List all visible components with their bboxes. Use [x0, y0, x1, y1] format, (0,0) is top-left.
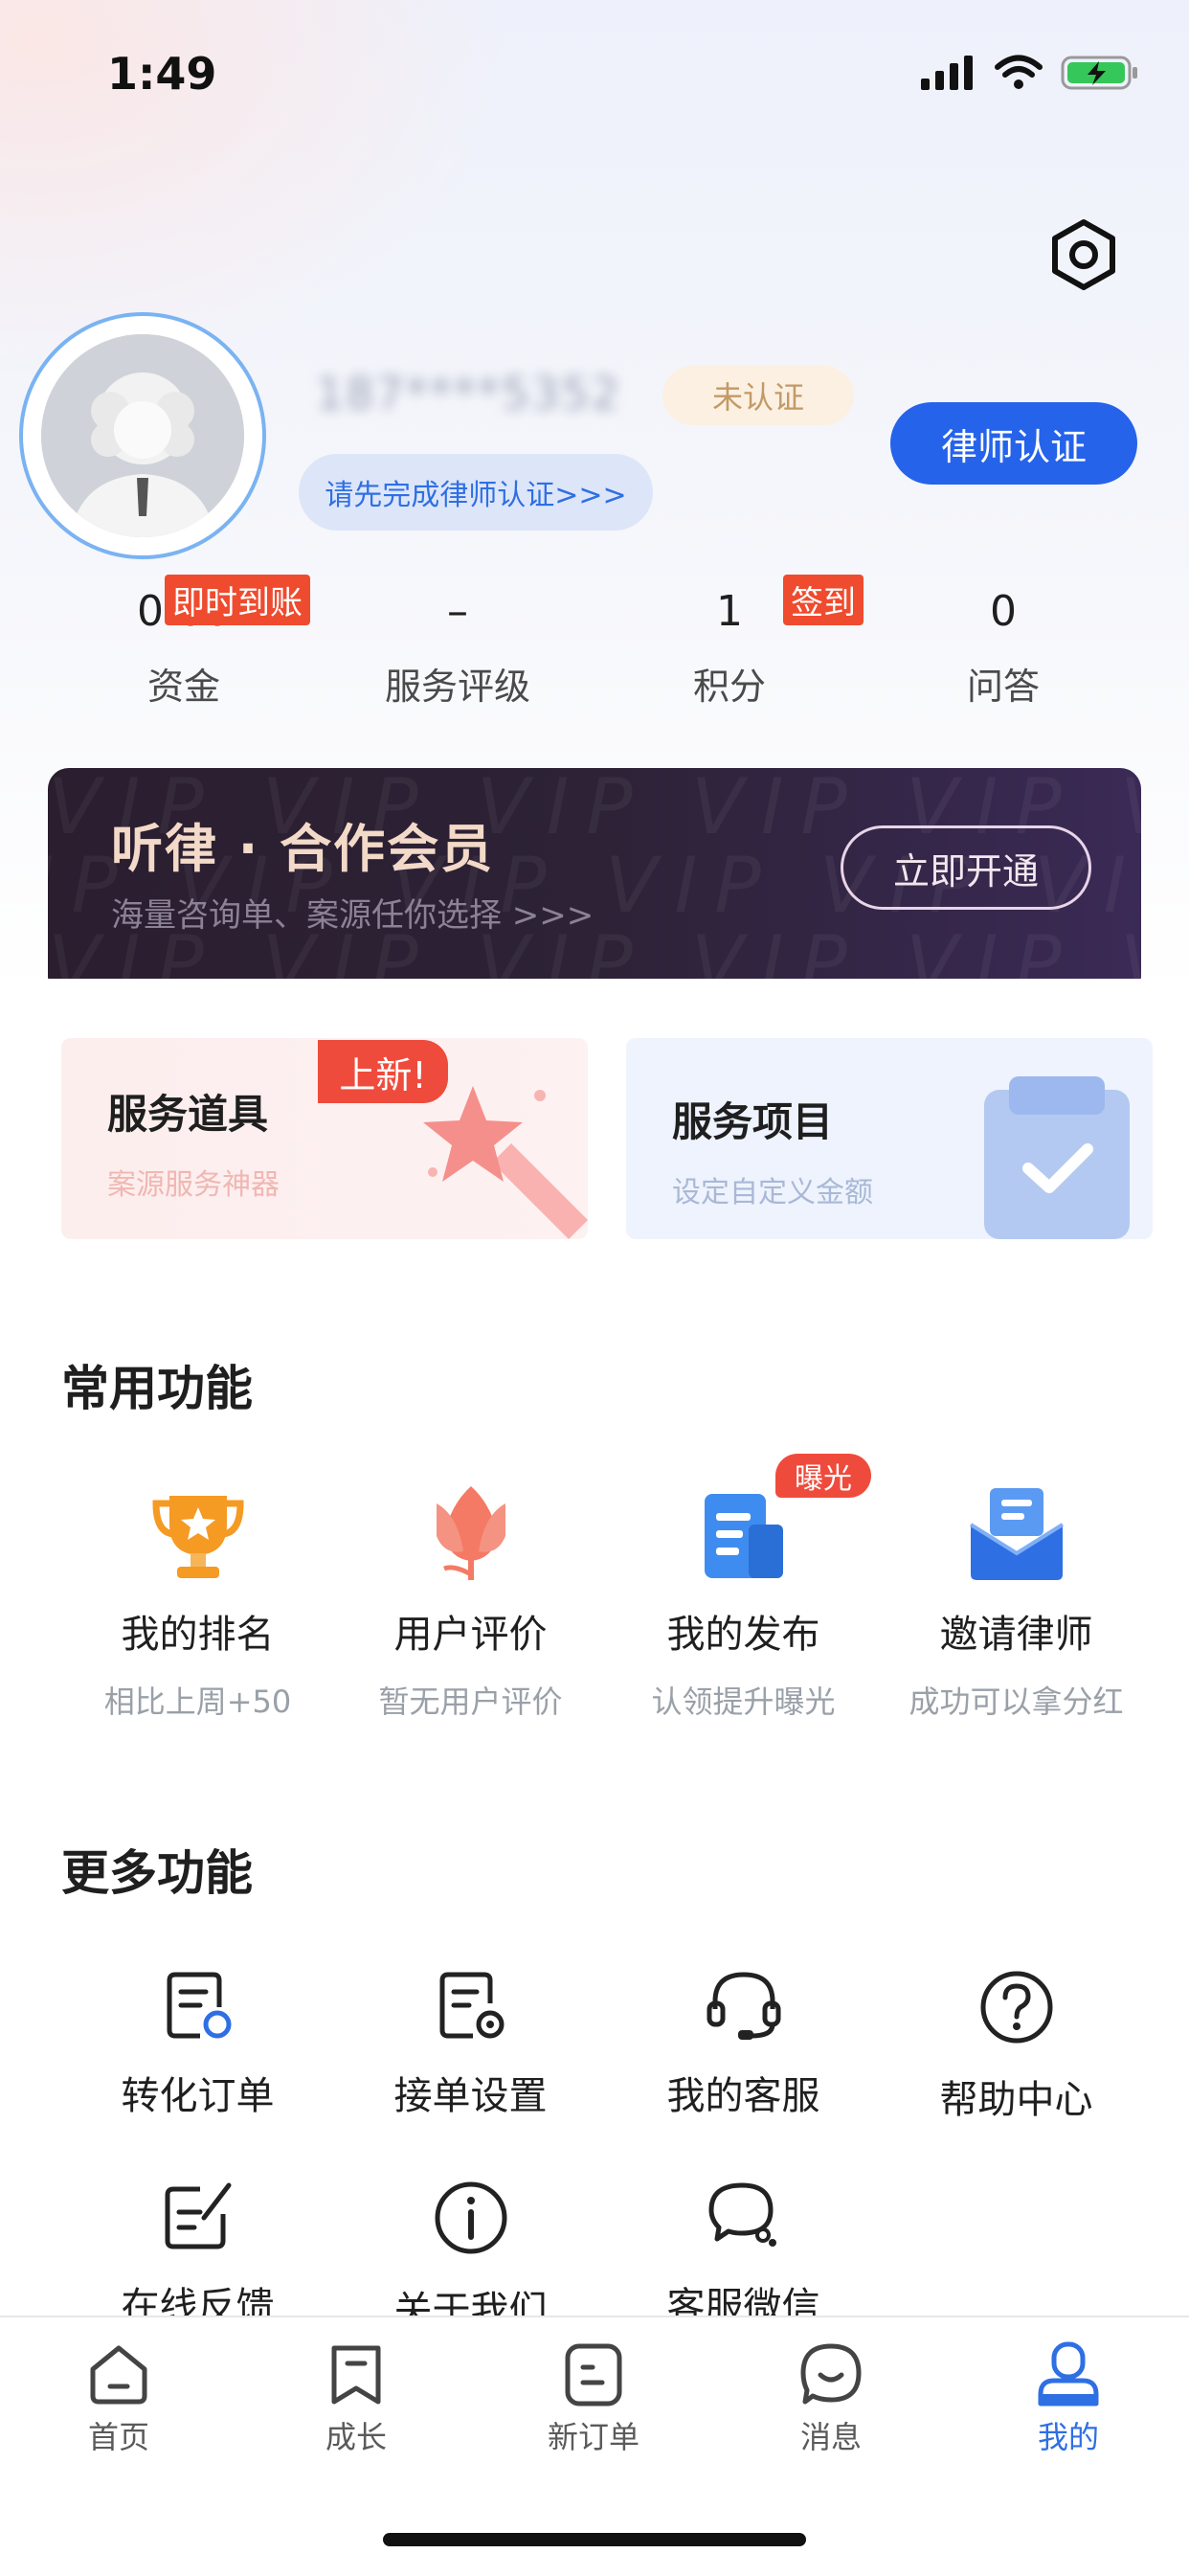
tab-home-label: 首页 [87, 2419, 149, 2455]
tab-growth[interactable]: 成长 [237, 2340, 475, 2457]
func-my-posts-label: 我的发布 [666, 1613, 820, 1657]
stat-qa-value: 0 [990, 587, 1017, 636]
more-functions-title: 更多功能 [61, 1845, 253, 1901]
more-online-feedback[interactable]: 在线反馈 [61, 2180, 334, 2331]
service-items-card[interactable]: 服务项目 设定自定义金额 [626, 1038, 1153, 1239]
cert-hint-link[interactable]: 请先完成律师认证>>> [299, 454, 653, 531]
common-functions-title: 常用功能 [61, 1361, 253, 1416]
feedback-icon [165, 2182, 231, 2249]
settings-button[interactable] [1045, 216, 1122, 293]
func-my-ranking-sub: 相比上周+50 [103, 1683, 292, 1720]
more-customer-service[interactable]: 我的客服 [607, 1969, 880, 2120]
func-invite-lawyer[interactable]: 邀请律师 成功可以拿分红 [880, 1475, 1153, 1722]
tab-mine[interactable]: 我的 [950, 2340, 1187, 2457]
func-my-posts-sub: 认领提升曝光 [651, 1683, 836, 1720]
more-help-center[interactable]: 帮助中心 [880, 1969, 1153, 2124]
new-tag: 上新! [318, 1040, 448, 1103]
tab-new-order-label: 新订单 [547, 2419, 639, 2455]
profile-icon [1038, 2341, 1099, 2407]
instant-arrival-tag: 即时到账 [165, 575, 310, 625]
vip-open-button[interactable]: 立即开通 [841, 825, 1091, 910]
more-customer-service-label: 我的客服 [666, 2074, 820, 2118]
checkin-tag[interactable]: 签到 [783, 575, 864, 625]
stat-rating-label: 服务评级 [384, 666, 530, 708]
service-items-title: 服务项目 [672, 1098, 834, 1145]
status-time: 1:49 [107, 48, 217, 100]
func-invite-lawyer-label: 邀请律师 [939, 1613, 1093, 1657]
verify-status-badge: 未认证 [662, 366, 854, 425]
settings-icon [1052, 219, 1115, 290]
func-invite-lawyer-sub: 成功可以拿分红 [909, 1683, 1124, 1720]
order-settings-icon [439, 1972, 504, 2039]
user-name: 187****5352 [316, 368, 621, 419]
magic-wand-icon [423, 1086, 588, 1239]
avatar[interactable] [19, 312, 266, 559]
tab-mine-label: 我的 [1037, 2419, 1099, 2455]
stat-points-label: 积分 [692, 666, 766, 708]
service-tools-title: 服务道具 [107, 1091, 269, 1138]
bookmark-icon [331, 2345, 381, 2405]
stat-rating-value: – [447, 587, 468, 636]
more-order-settings-label: 接单设置 [393, 2074, 548, 2118]
battery-icon [1061, 56, 1137, 90]
func-my-ranking-label: 我的排名 [121, 1613, 275, 1657]
envelope-icon [969, 1488, 1064, 1580]
stat-funds-label: 资金 [146, 666, 220, 708]
stat-qa[interactable]: 0 问答 [908, 578, 1099, 710]
tab-home[interactable]: 首页 [0, 2340, 237, 2457]
tab-messages[interactable]: 消息 [712, 2340, 950, 2457]
help-icon [980, 1971, 1052, 2044]
tab-new-order[interactable]: 新订单 [475, 2340, 712, 2457]
service-tools-subtitle: 案源服务神器 [107, 1168, 280, 1202]
lawyer-cert-button[interactable]: 律师认证 [890, 402, 1137, 485]
tulip-icon [436, 1486, 505, 1580]
func-my-ranking[interactable]: 我的排名 相比上周+50 [61, 1475, 334, 1722]
headset-icon [707, 1972, 780, 2040]
stat-qa-label: 问答 [966, 666, 1040, 708]
vip-banner[interactable]: VIP VIP VIP VIP VIP VIP VIP VIP VIP VIP … [48, 768, 1141, 998]
func-user-reviews[interactable]: 用户评价 暂无用户评价 [334, 1475, 607, 1722]
clipboard-check-icon [984, 1076, 1130, 1239]
vip-subtitle: 海量咨询单、案源任你选择 >>> [111, 896, 594, 935]
new-order-icon [565, 2343, 622, 2407]
func-user-reviews-label: 用户评价 [393, 1613, 548, 1657]
more-help-center-label: 帮助中心 [939, 2078, 1093, 2122]
document-icon [704, 1494, 783, 1578]
message-icon [800, 2343, 862, 2405]
func-my-posts[interactable]: 我的发布 认领提升曝光 [607, 1475, 880, 1722]
home-indicator [383, 2533, 806, 2546]
info-icon [435, 2181, 506, 2254]
service-items-subtitle: 设定自定义金额 [672, 1176, 873, 1209]
avatar-image [41, 334, 244, 537]
tab-messages-label: 消息 [799, 2419, 862, 2455]
exposure-tag: 曝光 [775, 1454, 871, 1498]
func-user-reviews-sub: 暂无用户评价 [378, 1683, 563, 1720]
more-wechat-service[interactable]: 客服微信 [607, 2180, 880, 2331]
stat-rating[interactable]: – 服务评级 [362, 578, 553, 710]
wifi-icon [995, 55, 1043, 89]
more-convert-order[interactable]: 转化订单 [61, 1969, 334, 2120]
more-convert-order-label: 转化订单 [121, 2074, 275, 2118]
more-about-us[interactable]: 关于我们 [334, 2180, 607, 2335]
vip-title: 听律 · 合作会员 [111, 819, 495, 879]
convert-order-icon [167, 1972, 231, 2039]
home-icon [90, 2345, 147, 2405]
status-icons [921, 54, 1139, 92]
more-order-settings[interactable]: 接单设置 [334, 1969, 607, 2120]
wechat-icon [708, 2182, 776, 2247]
signal-icon [921, 56, 973, 90]
trophy-icon [151, 1496, 244, 1578]
tab-growth-label: 成长 [325, 2419, 387, 2455]
